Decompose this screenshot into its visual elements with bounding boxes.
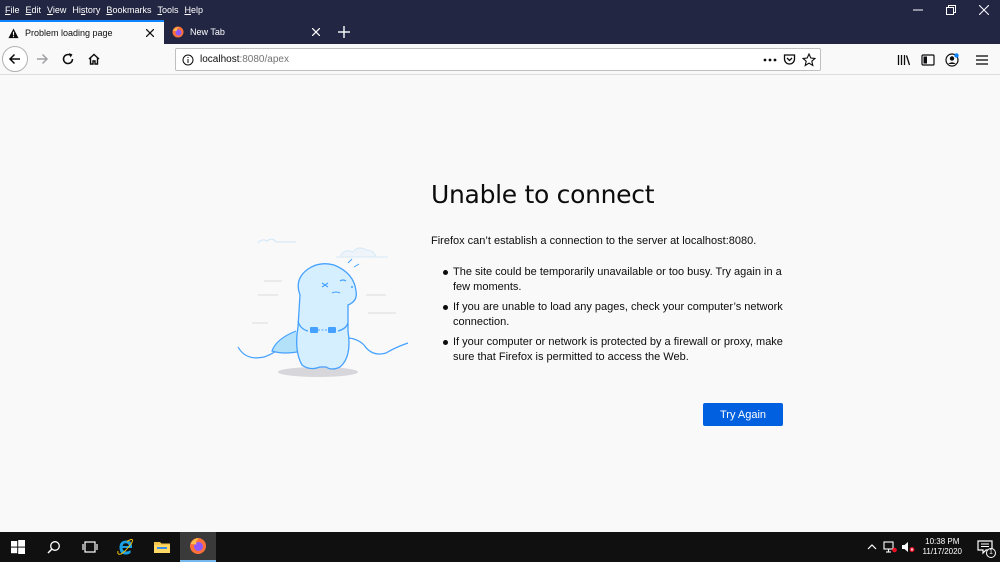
show-hidden-icons-button[interactable] bbox=[863, 532, 881, 562]
arrow-right-icon bbox=[37, 53, 49, 65]
window-controls bbox=[901, 0, 1000, 20]
account-button[interactable] bbox=[940, 48, 964, 72]
start-button[interactable] bbox=[0, 532, 36, 562]
tab-title: Problem loading page bbox=[25, 28, 113, 38]
menu-file[interactable]: File bbox=[2, 0, 23, 20]
forward-button[interactable] bbox=[30, 47, 54, 71]
internet-explorer-icon bbox=[117, 538, 133, 555]
suggestion-item: The site could be temporarily unavailabl… bbox=[443, 265, 793, 295]
warning-icon bbox=[8, 27, 19, 38]
search-button[interactable] bbox=[36, 532, 72, 562]
volume-tray-button[interactable] bbox=[899, 532, 917, 562]
system-tray: 10:38 PM 11/17/2020 1 bbox=[863, 532, 1000, 562]
minimize-button[interactable] bbox=[901, 0, 934, 20]
url-path: :8080/apex bbox=[239, 54, 289, 65]
menu-help[interactable]: Help bbox=[181, 0, 206, 20]
tab-problem-loading[interactable]: Problem loading page bbox=[0, 20, 164, 44]
arrow-left-icon bbox=[8, 53, 20, 65]
taskbar-edge[interactable] bbox=[108, 532, 144, 562]
pocket-icon[interactable] bbox=[783, 53, 796, 66]
notification-count-badge: 1 bbox=[986, 548, 996, 558]
error-page: Unable to connect Firefox can’t establis… bbox=[0, 75, 1000, 532]
windows-logo-icon bbox=[11, 540, 25, 554]
task-view-icon bbox=[82, 541, 98, 553]
close-icon bbox=[978, 5, 989, 15]
plus-icon bbox=[338, 26, 350, 38]
error-container: Unable to connect Firefox can’t establis… bbox=[431, 180, 791, 370]
suggestion-item: If your computer or network is protected… bbox=[443, 335, 793, 365]
action-center-button[interactable]: 1 bbox=[970, 532, 1000, 562]
info-icon[interactable] bbox=[182, 54, 194, 66]
clock-time: 10:38 PM bbox=[925, 537, 960, 546]
library-button[interactable] bbox=[892, 48, 916, 72]
page-actions-icon[interactable] bbox=[763, 54, 777, 66]
close-icon bbox=[312, 28, 320, 36]
minimize-icon bbox=[912, 9, 923, 11]
sidebar-button[interactable] bbox=[916, 48, 940, 72]
error-description: Firefox can’t establish a connection to … bbox=[431, 235, 757, 247]
error-suggestions: The site could be temporarily unavailabl… bbox=[431, 265, 791, 365]
url-text[interactable]: localhost:8080/apex bbox=[200, 54, 763, 65]
sidebar-icon bbox=[921, 53, 935, 66]
task-view-button[interactable] bbox=[72, 532, 108, 562]
back-button[interactable] bbox=[2, 46, 28, 72]
folder-icon bbox=[154, 542, 170, 553]
try-again-button[interactable]: Try Again bbox=[703, 403, 783, 426]
url-bar[interactable]: localhost:8080/apex bbox=[175, 48, 821, 71]
toolbar-right bbox=[892, 44, 1000, 75]
menu-edit[interactable]: Edit bbox=[23, 0, 45, 20]
home-button[interactable] bbox=[82, 47, 106, 71]
taskbar-file-explorer[interactable] bbox=[144, 532, 180, 562]
tab-close-button[interactable] bbox=[310, 26, 322, 38]
bookmark-star-icon[interactable] bbox=[802, 52, 816, 67]
taskbar-firefox[interactable] bbox=[180, 532, 216, 562]
reload-button[interactable] bbox=[56, 47, 80, 71]
menu-history[interactable]: History bbox=[69, 0, 103, 20]
menu-bar: File Edit View History Bookmarks Tools H… bbox=[0, 0, 206, 20]
network-icon bbox=[882, 541, 897, 553]
firefox-icon bbox=[190, 538, 206, 554]
clock-date: 11/17/2020 bbox=[922, 547, 962, 556]
url-host: localhost bbox=[200, 54, 240, 65]
restore-icon bbox=[945, 5, 956, 15]
home-icon bbox=[88, 53, 100, 65]
hamburger-menu-icon bbox=[976, 54, 988, 65]
url-actions bbox=[763, 52, 816, 67]
tab-strip: Problem loading page New Tab bbox=[0, 20, 1000, 44]
tab-new-tab[interactable]: New Tab bbox=[164, 20, 330, 44]
firefox-icon bbox=[172, 26, 184, 38]
taskbar-clock[interactable]: 10:38 PM 11/17/2020 bbox=[923, 537, 962, 557]
tab-close-button[interactable] bbox=[144, 27, 156, 39]
chevron-up-icon bbox=[867, 544, 876, 550]
new-tab-button[interactable] bbox=[330, 20, 358, 44]
restore-button[interactable] bbox=[934, 0, 967, 20]
menu-tools[interactable]: Tools bbox=[154, 0, 181, 20]
close-window-button[interactable] bbox=[967, 0, 1000, 20]
reload-icon bbox=[62, 53, 74, 65]
speaker-muted-icon bbox=[901, 542, 915, 552]
account-icon bbox=[945, 52, 959, 67]
menu-view[interactable]: View bbox=[44, 0, 69, 20]
suggestion-item: If you are unable to load any pages, che… bbox=[443, 300, 793, 330]
menu-bookmarks[interactable]: Bookmarks bbox=[103, 0, 154, 20]
library-icon bbox=[897, 54, 911, 65]
title-bar: File Edit View History Bookmarks Tools H… bbox=[0, 0, 1000, 20]
search-icon bbox=[47, 541, 60, 554]
network-tray-button[interactable] bbox=[881, 532, 899, 562]
close-icon bbox=[146, 29, 154, 37]
dinosaur-illustration bbox=[237, 238, 409, 377]
menu-button[interactable] bbox=[970, 48, 994, 72]
error-title: Unable to connect bbox=[431, 180, 655, 209]
taskbar: 10:38 PM 11/17/2020 1 bbox=[0, 532, 1000, 562]
tab-title: New Tab bbox=[190, 27, 225, 37]
navigation-toolbar: localhost:8080/apex bbox=[0, 44, 1000, 75]
